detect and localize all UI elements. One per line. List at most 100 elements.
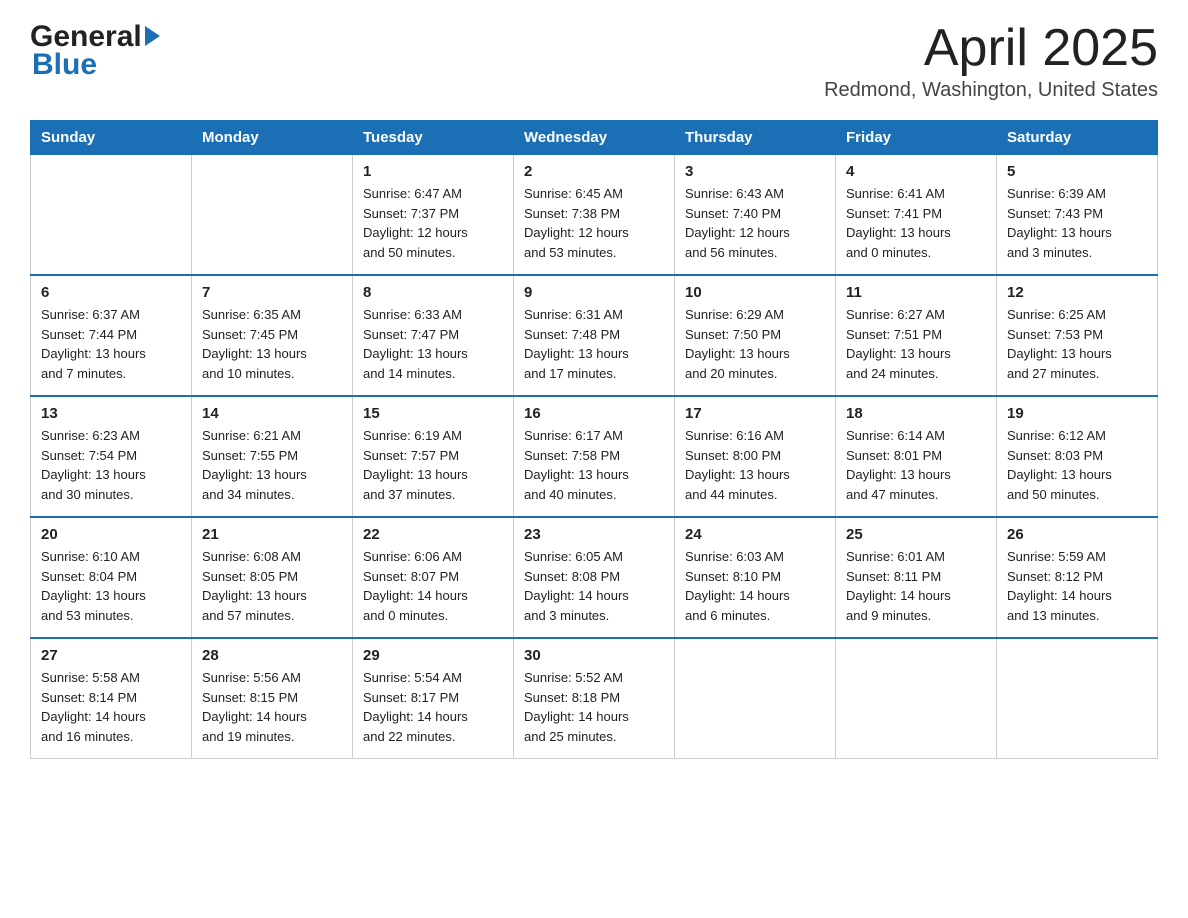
day-info: Sunrise: 5:54 AM Sunset: 8:17 PM Dayligh… <box>363 668 503 746</box>
calendar-cell: 1 Sunrise: 6:47 AM Sunset: 7:37 PM Daylig… <box>353 155 514 276</box>
calendar-cell: 15 Sunrise: 6:19 AM Sunset: 7:57 PM Dayli… <box>353 396 514 517</box>
day-info: Sunrise: 6:06 AM Sunset: 8:07 PM Dayligh… <box>363 547 503 625</box>
day-number: 19 <box>1007 405 1147 422</box>
title-area: April 2025 Redmond, Washington, United S… <box>824 20 1158 102</box>
day-info: Sunrise: 6:03 AM Sunset: 8:10 PM Dayligh… <box>685 547 825 625</box>
day-number: 5 <box>1007 163 1147 180</box>
calendar-cell: 28Sunrise: 5:56 AM Sunset: 8:15 PM Dayli… <box>192 638 353 759</box>
day-info: Sunrise: 6:33 AM Sunset: 7:47 PM Dayligh… <box>363 305 503 383</box>
page-header: General Blue April 2025 Redmond, Washing… <box>30 20 1158 102</box>
calendar-cell: 11 Sunrise: 6:27 AM Sunset: 7:51 PM Dayli… <box>836 275 997 396</box>
day-number: 7 <box>202 284 342 301</box>
calendar-cell: 12 Sunrise: 6:25 AM Sunset: 7:53 PM Dayli… <box>997 275 1158 396</box>
day-number: 10 <box>685 284 825 301</box>
calendar-cell: 14 Sunrise: 6:21 AM Sunset: 7:55 PM Dayli… <box>192 396 353 517</box>
day-number: 12 <box>1007 284 1147 301</box>
calendar-cell: 2Sunrise: 6:45 AM Sunset: 7:38 PM Daylig… <box>514 155 675 276</box>
logo: General Blue <box>30 20 160 82</box>
day-number: 9 <box>524 284 664 301</box>
day-info: Sunrise: 6:43 AM Sunset: 7:40 PM Dayligh… <box>685 184 825 262</box>
calendar-week-row: 1 Sunrise: 6:47 AM Sunset: 7:37 PM Daylig… <box>31 155 1158 276</box>
calendar-week-row: 6 Sunrise: 6:37 AM Sunset: 7:44 PM Daylig… <box>31 275 1158 396</box>
calendar-body: 1 Sunrise: 6:47 AM Sunset: 7:37 PM Daylig… <box>31 155 1158 759</box>
calendar-cell: 21Sunrise: 6:08 AM Sunset: 8:05 PM Dayli… <box>192 517 353 638</box>
day-info: Sunrise: 6:10 AM Sunset: 8:04 PM Dayligh… <box>41 547 181 625</box>
day-number: 3 <box>685 163 825 180</box>
weekday-header-friday: Friday <box>836 121 997 155</box>
day-number: 15 <box>363 405 503 422</box>
logo-blue-text: Blue <box>30 48 160 82</box>
day-number: 30 <box>524 647 664 664</box>
weekday-header-sunday: Sunday <box>31 121 192 155</box>
weekday-header-wednesday: Wednesday <box>514 121 675 155</box>
calendar-cell: 9 Sunrise: 6:31 AM Sunset: 7:48 PM Daylig… <box>514 275 675 396</box>
day-info: Sunrise: 6:39 AM Sunset: 7:43 PM Dayligh… <box>1007 184 1147 262</box>
day-number: 29 <box>363 647 503 664</box>
day-info: Sunrise: 6:21 AM Sunset: 7:55 PM Dayligh… <box>202 426 342 504</box>
calendar-cell: 25Sunrise: 6:01 AM Sunset: 8:11 PM Dayli… <box>836 517 997 638</box>
day-info: Sunrise: 6:37 AM Sunset: 7:44 PM Dayligh… <box>41 305 181 383</box>
day-number: 2 <box>524 163 664 180</box>
day-info: Sunrise: 6:01 AM Sunset: 8:11 PM Dayligh… <box>846 547 986 625</box>
day-info: Sunrise: 6:29 AM Sunset: 7:50 PM Dayligh… <box>685 305 825 383</box>
weekday-header-row: SundayMondayTuesdayWednesdayThursdayFrid… <box>31 121 1158 155</box>
location-subtitle: Redmond, Washington, United States <box>824 79 1158 102</box>
day-info: Sunrise: 6:19 AM Sunset: 7:57 PM Dayligh… <box>363 426 503 504</box>
calendar-cell <box>192 155 353 276</box>
day-info: Sunrise: 6:14 AM Sunset: 8:01 PM Dayligh… <box>846 426 986 504</box>
day-number: 20 <box>41 526 181 543</box>
day-number: 24 <box>685 526 825 543</box>
calendar-cell: 3 Sunrise: 6:43 AM Sunset: 7:40 PM Daylig… <box>675 155 836 276</box>
calendar-cell: 17Sunrise: 6:16 AM Sunset: 8:00 PM Dayli… <box>675 396 836 517</box>
day-info: Sunrise: 6:35 AM Sunset: 7:45 PM Dayligh… <box>202 305 342 383</box>
calendar-cell: 23 Sunrise: 6:05 AM Sunset: 8:08 PM Dayli… <box>514 517 675 638</box>
day-number: 18 <box>846 405 986 422</box>
calendar-cell: 8 Sunrise: 6:33 AM Sunset: 7:47 PM Daylig… <box>353 275 514 396</box>
logo-arrow-icon <box>145 26 160 46</box>
day-info: Sunrise: 6:05 AM Sunset: 8:08 PM Dayligh… <box>524 547 664 625</box>
day-number: 26 <box>1007 526 1147 543</box>
weekday-header-saturday: Saturday <box>997 121 1158 155</box>
day-number: 6 <box>41 284 181 301</box>
calendar-cell: 13Sunrise: 6:23 AM Sunset: 7:54 PM Dayli… <box>31 396 192 517</box>
calendar-cell: 26 Sunrise: 5:59 AM Sunset: 8:12 PM Dayli… <box>997 517 1158 638</box>
day-info: Sunrise: 6:31 AM Sunset: 7:48 PM Dayligh… <box>524 305 664 383</box>
calendar-cell: 5 Sunrise: 6:39 AM Sunset: 7:43 PM Daylig… <box>997 155 1158 276</box>
calendar-cell: 30 Sunrise: 5:52 AM Sunset: 8:18 PM Dayli… <box>514 638 675 759</box>
month-title: April 2025 <box>824 20 1158 77</box>
day-number: 4 <box>846 163 986 180</box>
calendar-week-row: 20 Sunrise: 6:10 AM Sunset: 8:04 PM Dayli… <box>31 517 1158 638</box>
calendar-cell: 29 Sunrise: 5:54 AM Sunset: 8:17 PM Dayli… <box>353 638 514 759</box>
calendar-header: SundayMondayTuesdayWednesdayThursdayFrid… <box>31 121 1158 155</box>
day-number: 22 <box>363 526 503 543</box>
day-number: 14 <box>202 405 342 422</box>
day-info: Sunrise: 6:08 AM Sunset: 8:05 PM Dayligh… <box>202 547 342 625</box>
day-info: Sunrise: 6:27 AM Sunset: 7:51 PM Dayligh… <box>846 305 986 383</box>
calendar-cell: 19 Sunrise: 6:12 AM Sunset: 8:03 PM Dayli… <box>997 396 1158 517</box>
day-info: Sunrise: 6:47 AM Sunset: 7:37 PM Dayligh… <box>363 184 503 262</box>
calendar-week-row: 13Sunrise: 6:23 AM Sunset: 7:54 PM Dayli… <box>31 396 1158 517</box>
weekday-header-thursday: Thursday <box>675 121 836 155</box>
day-info: Sunrise: 6:16 AM Sunset: 8:00 PM Dayligh… <box>685 426 825 504</box>
day-info: Sunrise: 5:59 AM Sunset: 8:12 PM Dayligh… <box>1007 547 1147 625</box>
day-info: Sunrise: 6:23 AM Sunset: 7:54 PM Dayligh… <box>41 426 181 504</box>
day-number: 16 <box>524 405 664 422</box>
calendar-cell <box>997 638 1158 759</box>
day-info: Sunrise: 6:12 AM Sunset: 8:03 PM Dayligh… <box>1007 426 1147 504</box>
calendar-week-row: 27Sunrise: 5:58 AM Sunset: 8:14 PM Dayli… <box>31 638 1158 759</box>
calendar-cell: 6 Sunrise: 6:37 AM Sunset: 7:44 PM Daylig… <box>31 275 192 396</box>
day-info: Sunrise: 6:17 AM Sunset: 7:58 PM Dayligh… <box>524 426 664 504</box>
calendar-cell <box>675 638 836 759</box>
day-number: 27 <box>41 647 181 664</box>
day-number: 1 <box>363 163 503 180</box>
day-info: Sunrise: 6:25 AM Sunset: 7:53 PM Dayligh… <box>1007 305 1147 383</box>
calendar-cell: 22 Sunrise: 6:06 AM Sunset: 8:07 PM Dayli… <box>353 517 514 638</box>
day-number: 23 <box>524 526 664 543</box>
day-info: Sunrise: 5:56 AM Sunset: 8:15 PM Dayligh… <box>202 668 342 746</box>
calendar-cell: 10 Sunrise: 6:29 AM Sunset: 7:50 PM Dayli… <box>675 275 836 396</box>
day-number: 11 <box>846 284 986 301</box>
day-number: 8 <box>363 284 503 301</box>
day-info: Sunrise: 5:52 AM Sunset: 8:18 PM Dayligh… <box>524 668 664 746</box>
calendar-cell: 7 Sunrise: 6:35 AM Sunset: 7:45 PM Daylig… <box>192 275 353 396</box>
weekday-header-tuesday: Tuesday <box>353 121 514 155</box>
